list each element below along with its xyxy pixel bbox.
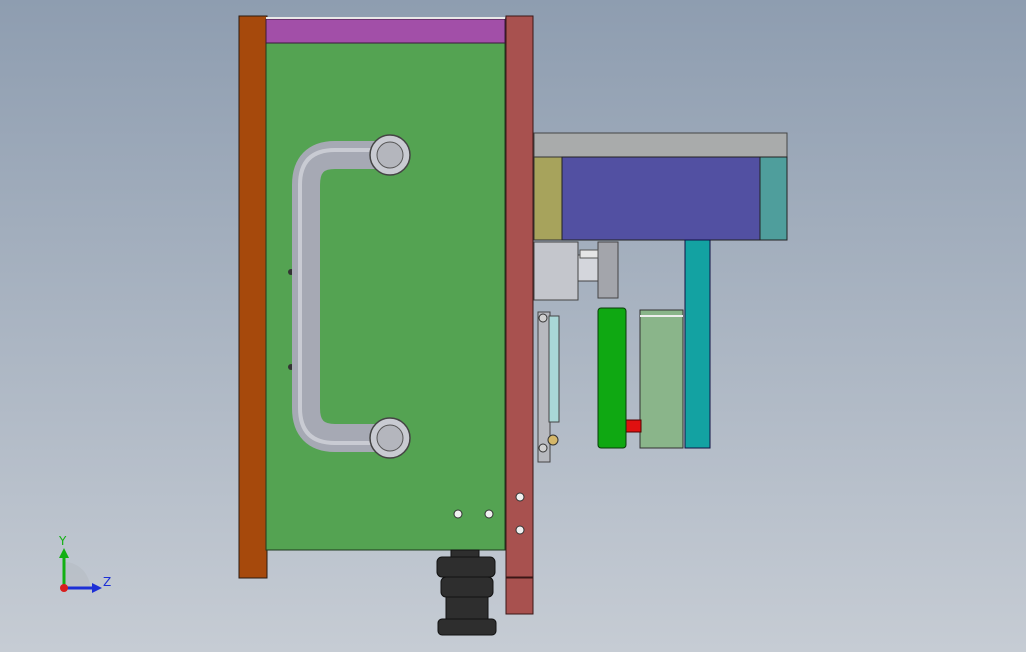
end-cap-block[interactable]	[759, 156, 788, 241]
guide-rail[interactable]	[533, 132, 788, 158]
bolt-hole	[453, 509, 463, 519]
cad-viewport[interactable]: Y Z	[0, 0, 1026, 652]
top-strip-plate[interactable]	[265, 18, 506, 44]
cylinder-fitting[interactable]	[533, 241, 619, 301]
slide-block[interactable]	[561, 156, 761, 241]
orientation-triad: Y Z	[58, 534, 111, 593]
x-axis-dot	[60, 584, 68, 592]
y-axis-label: Y	[58, 534, 67, 548]
right-clamp-plate[interactable]	[505, 15, 534, 615]
bolt-hole	[484, 509, 494, 519]
support-post[interactable]	[684, 239, 711, 449]
sensor-bracket[interactable]	[537, 311, 560, 463]
z-axis-label: Z	[103, 575, 111, 589]
stopper-block[interactable]	[639, 309, 684, 449]
bottom-nozzle-fitting[interactable]	[436, 549, 497, 636]
bolt-hole	[515, 492, 525, 502]
locator-pin[interactable]	[625, 419, 642, 433]
spacer-block[interactable]	[533, 156, 563, 241]
right-plate-foot[interactable]	[505, 576, 534, 615]
pusher-block[interactable]	[597, 307, 627, 449]
assembly-side-view[interactable]: Y Z	[0, 0, 1026, 652]
left-clamp-plate[interactable]	[238, 15, 268, 579]
bolt-hole	[515, 525, 525, 535]
